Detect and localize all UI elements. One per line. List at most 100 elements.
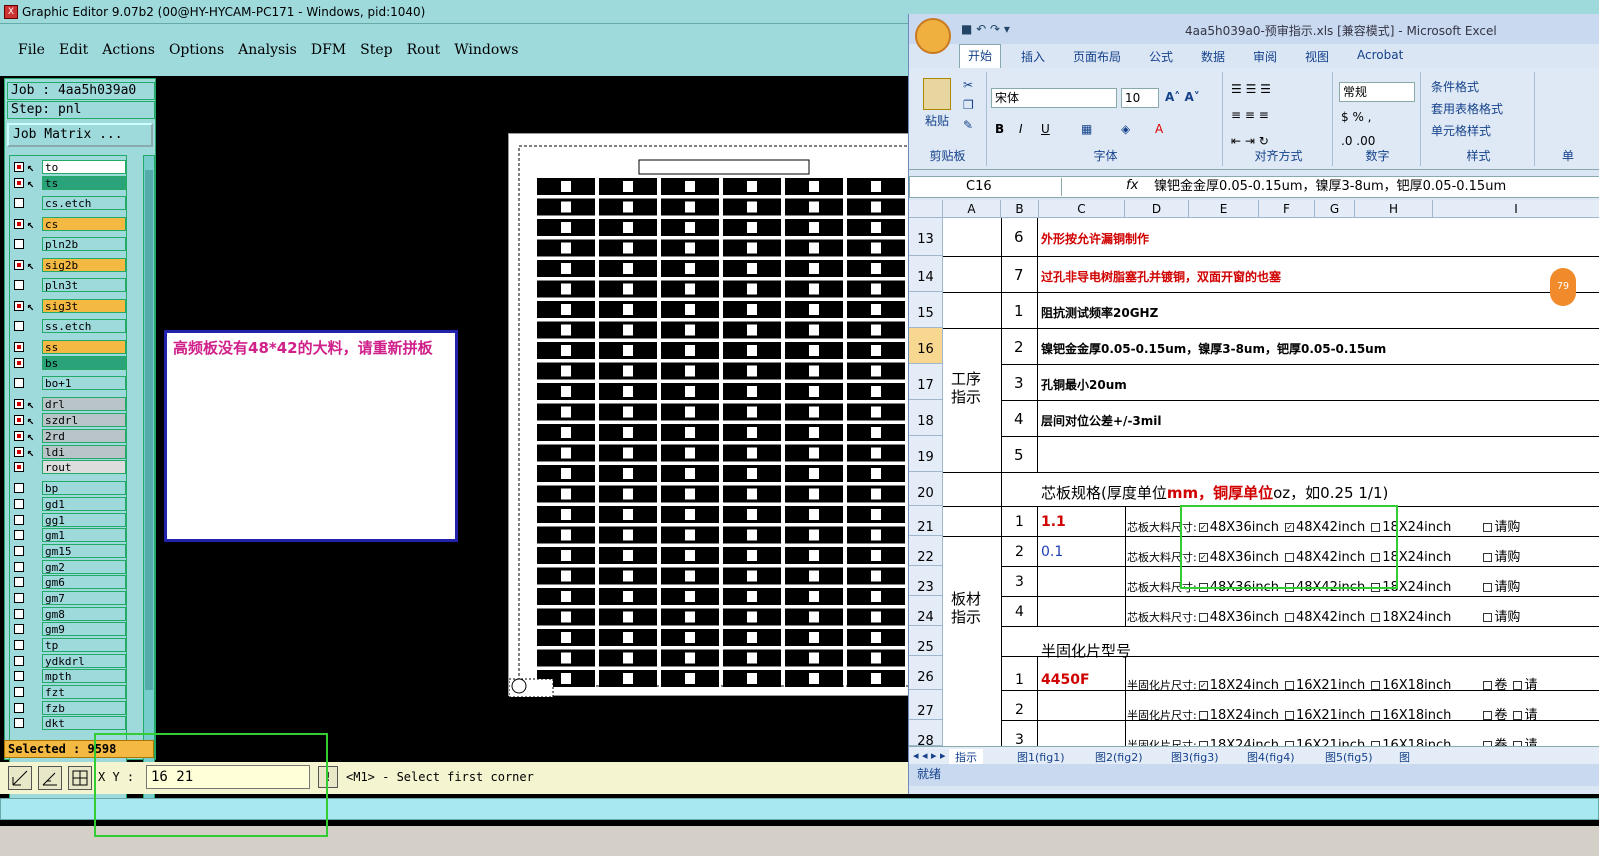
- layer-row[interactable]: gm2: [12, 560, 126, 574]
- row-header[interactable]: 21: [909, 506, 943, 536]
- layer-name[interactable]: ldi: [42, 445, 126, 459]
- layer-row[interactable]: ss.etch: [12, 319, 126, 333]
- layer-name[interactable]: sig3t: [42, 299, 126, 313]
- job-matrix-button[interactable]: Job Matrix ...: [7, 123, 153, 147]
- layer-row[interactable]: ↖ sig2b: [12, 258, 126, 272]
- column-header[interactable]: H: [1355, 200, 1433, 218]
- menu-windows[interactable]: Windows: [454, 42, 518, 58]
- layer-name[interactable]: gm7: [42, 591, 126, 605]
- layer-row[interactable]: bp: [12, 481, 126, 495]
- layer-name[interactable]: gg1: [42, 513, 126, 527]
- layer-toggle-checkbox[interactable]: [14, 378, 24, 388]
- layer-name[interactable]: gm1: [42, 528, 126, 542]
- row-header[interactable]: 15: [909, 292, 943, 328]
- select-all-corner[interactable]: [909, 200, 943, 218]
- row-number-cell[interactable]: 5: [1014, 446, 1024, 464]
- checkbox[interactable]: [1284, 613, 1294, 622]
- grow-font-icon[interactable]: A˄ A˅: [1165, 90, 1200, 104]
- ribbon-tab-1[interactable]: 插入: [1021, 48, 1045, 65]
- menu-step[interactable]: Step: [360, 42, 392, 58]
- layer-toggle-checkbox[interactable]: [14, 577, 24, 587]
- name-box[interactable]: C16: [912, 178, 1062, 196]
- layer-row[interactable]: ↖ ts: [12, 176, 126, 190]
- column-header[interactable]: A: [943, 200, 1001, 218]
- font-color-icon[interactable]: A: [1155, 122, 1163, 136]
- layer-row[interactable]: fzb: [12, 701, 126, 715]
- layer-name[interactable]: 2rd: [42, 429, 126, 443]
- menu-actions[interactable]: Actions: [102, 42, 155, 58]
- grid-tool-button[interactable]: [68, 766, 92, 790]
- layer-toggle-checkbox[interactable]: [14, 431, 24, 441]
- measure-tool-button[interactable]: [38, 766, 62, 790]
- layer-row[interactable]: ↖ drl: [12, 397, 126, 411]
- instruction-cell[interactable]: 过孔非导电树脂塞孔并镀铜，双面开窗的也塞: [1041, 268, 1591, 285]
- instruction-cell[interactable]: 层间对位公差+/-3mil: [1041, 412, 1591, 429]
- layer-toggle-checkbox[interactable]: [14, 447, 24, 457]
- layer-toggle-checkbox[interactable]: [14, 260, 24, 270]
- layer-toggle-checkbox[interactable]: [14, 198, 24, 208]
- layer-toggle-checkbox[interactable]: [14, 703, 24, 713]
- instruction-cell[interactable]: 阻抗测试频率20GHZ: [1041, 304, 1591, 321]
- layer-row[interactable]: ↖ to: [12, 160, 126, 174]
- ribbon-tab-7[interactable]: Acrobat: [1357, 48, 1403, 62]
- sheet-tab[interactable]: 图: [1399, 749, 1410, 765]
- layer-name[interactable]: ss: [42, 340, 126, 354]
- fill-color-icon[interactable]: ◈: [1121, 122, 1130, 136]
- layer-toggle-checkbox[interactable]: [14, 321, 24, 331]
- fx-icon[interactable]: fx: [1126, 178, 1138, 193]
- sheet-tab[interactable]: 指示: [949, 749, 983, 765]
- underline-button[interactable]: U: [1041, 122, 1050, 136]
- checkbox[interactable]: [1483, 583, 1493, 592]
- sheet-tab[interactable]: 图5(fig5): [1325, 749, 1373, 765]
- layer-scrollbar[interactable]: [143, 155, 155, 805]
- menu-edit[interactable]: Edit: [59, 42, 88, 58]
- instruction-cell[interactable]: 孔铜最小20um: [1041, 376, 1591, 393]
- layer-row[interactable]: gm6: [12, 575, 126, 589]
- row-number-cell[interactable]: 4: [1015, 604, 1024, 620]
- align-top-icon[interactable]: ☰ ☰ ☰: [1231, 82, 1271, 96]
- layer-name[interactable]: sig2b: [42, 258, 126, 272]
- layer-row[interactable]: ydkdrl: [12, 654, 126, 668]
- layer-row[interactable]: ↖ sig3t: [12, 299, 126, 313]
- layer-toggle-checkbox[interactable]: [14, 178, 24, 188]
- layer-toggle-checkbox[interactable]: [14, 415, 24, 425]
- checkbox[interactable]: [1371, 711, 1381, 720]
- layer-name[interactable]: fzb: [42, 701, 126, 715]
- layer-toggle-checkbox[interactable]: [14, 624, 24, 634]
- layer-name[interactable]: cs.etch: [42, 196, 126, 210]
- layer-name[interactable]: ss.etch: [42, 319, 126, 333]
- layer-row[interactable]: pln3t: [12, 278, 126, 292]
- checkbox[interactable]: [1198, 711, 1208, 720]
- layer-name[interactable]: tp: [42, 638, 126, 652]
- layer-row[interactable]: mpth: [12, 669, 126, 683]
- column-header[interactable]: G: [1315, 200, 1355, 218]
- ribbon-tab-0[interactable]: 开始: [959, 44, 1002, 68]
- menu-file[interactable]: File: [18, 42, 45, 58]
- layer-name[interactable]: bs: [42, 356, 126, 370]
- column-header[interactable]: D: [1125, 200, 1189, 218]
- layer-name[interactable]: cs: [42, 217, 126, 231]
- row-header[interactable]: 20: [909, 472, 943, 506]
- layer-toggle-checkbox[interactable]: [14, 656, 24, 666]
- row-header[interactable]: 25: [909, 626, 943, 656]
- layer-row[interactable]: gm7: [12, 591, 126, 605]
- pcb-panel-view[interactable]: [508, 133, 910, 698]
- number-format-select[interactable]: 常规: [1339, 82, 1415, 102]
- row-number-cell[interactable]: 3: [1015, 574, 1024, 590]
- row-number-cell[interactable]: 1: [1014, 302, 1024, 320]
- row-header[interactable]: 16: [909, 328, 943, 364]
- layer-name[interactable]: ts: [42, 176, 126, 190]
- layer-toggle-checkbox[interactable]: [14, 358, 24, 368]
- row-header[interactable]: 17: [909, 364, 943, 400]
- ribbon-tab-5[interactable]: 审阅: [1253, 48, 1277, 65]
- menu-analysis[interactable]: Analysis: [238, 42, 297, 58]
- checkbox[interactable]: [1513, 711, 1523, 720]
- bold-button[interactable]: B: [995, 122, 1004, 136]
- value-cell[interactable]: 4450F: [1041, 672, 1090, 688]
- sheet-tab[interactable]: 图2(fig2): [1095, 749, 1143, 765]
- layer-row[interactable]: bs: [12, 356, 126, 370]
- conditional-format-button[interactable]: 条件格式: [1431, 78, 1479, 95]
- section-label-board[interactable]: 板材指示: [951, 590, 995, 626]
- row-header[interactable]: 27: [909, 690, 943, 720]
- table-format-button[interactable]: 套用表格格式: [1431, 100, 1503, 117]
